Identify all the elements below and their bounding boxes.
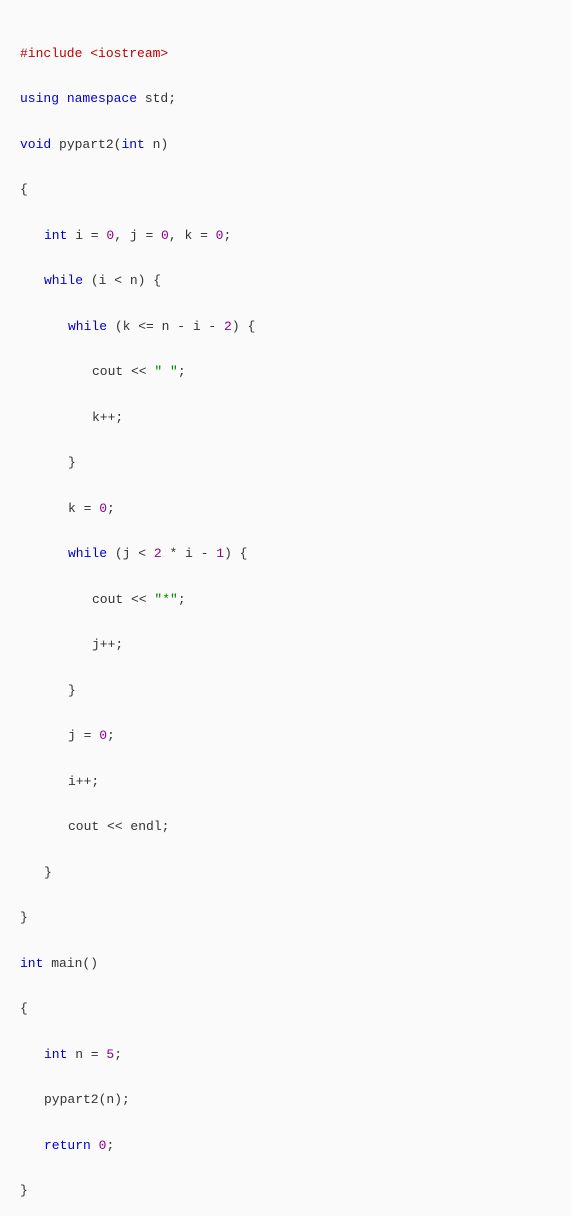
brace: } bbox=[68, 683, 76, 698]
code-line: using namespace std; bbox=[20, 88, 551, 111]
number: 0 bbox=[99, 501, 107, 516]
keyword: int bbox=[121, 137, 144, 152]
code-line: k++; bbox=[20, 407, 551, 430]
keyword: while bbox=[68, 319, 107, 334]
text: ; bbox=[223, 228, 231, 243]
code-line: #include <iostream> bbox=[20, 43, 551, 66]
text: (j < bbox=[107, 546, 154, 561]
brace: } bbox=[20, 1183, 28, 1198]
keyword: while bbox=[44, 273, 83, 288]
text: k = bbox=[68, 501, 99, 516]
keyword: using bbox=[20, 91, 59, 106]
text: j = bbox=[68, 728, 99, 743]
brace: } bbox=[44, 865, 52, 880]
text: , k = bbox=[169, 228, 216, 243]
number: 5 bbox=[106, 1047, 114, 1062]
brace: { bbox=[20, 182, 28, 197]
code-line: while (i < n) { bbox=[20, 270, 551, 293]
keyword: void bbox=[20, 137, 51, 152]
text: i = bbox=[67, 228, 106, 243]
code-line: { bbox=[20, 179, 551, 202]
code-line: int n = 5; bbox=[20, 1044, 551, 1067]
text: cout << bbox=[92, 592, 154, 607]
code-line: cout << endl; bbox=[20, 816, 551, 839]
string: " " bbox=[154, 364, 177, 379]
code-line: while (k <= n - i - 2) { bbox=[20, 316, 551, 339]
keyword: namespace bbox=[59, 91, 137, 106]
number: 0 bbox=[99, 728, 107, 743]
text: n) bbox=[145, 137, 168, 152]
number: 0 bbox=[99, 1138, 107, 1153]
text: ; bbox=[178, 364, 186, 379]
text: , j = bbox=[114, 228, 161, 243]
text: ; bbox=[107, 728, 115, 743]
code-line: } bbox=[20, 862, 551, 885]
text: ; bbox=[106, 1138, 114, 1153]
code-line: pypart2(n); bbox=[20, 1089, 551, 1112]
text: i++; bbox=[68, 774, 99, 789]
text: main() bbox=[43, 956, 98, 971]
text: (i < n) { bbox=[83, 273, 161, 288]
code-line: } bbox=[20, 680, 551, 703]
code-line: void pypart2(int n) bbox=[20, 134, 551, 157]
code-line: i++; bbox=[20, 771, 551, 794]
number: 1 bbox=[216, 546, 224, 561]
text: n = bbox=[67, 1047, 106, 1062]
code-line: int i = 0, j = 0, k = 0; bbox=[20, 225, 551, 248]
code-line: while (j < 2 * i - 1) { bbox=[20, 543, 551, 566]
code-line: k = 0; bbox=[20, 498, 551, 521]
text: ; bbox=[107, 501, 115, 516]
text: ) { bbox=[224, 546, 247, 561]
text: cout << endl; bbox=[68, 819, 169, 834]
text: j++; bbox=[92, 637, 123, 652]
text: (k <= n - i - bbox=[107, 319, 224, 334]
code-line: return 0; bbox=[20, 1135, 551, 1158]
keyword: return bbox=[44, 1138, 91, 1153]
code-block: #include <iostream> using namespace std;… bbox=[20, 20, 551, 1216]
number: 2 bbox=[154, 546, 162, 561]
code-line: { bbox=[20, 998, 551, 1021]
text: cout << bbox=[92, 364, 154, 379]
code-line: j++; bbox=[20, 634, 551, 657]
brace: { bbox=[20, 1001, 28, 1016]
code-line: cout << "*"; bbox=[20, 589, 551, 612]
text: pypart2(n); bbox=[44, 1092, 130, 1107]
code-line: } bbox=[20, 1180, 551, 1203]
string: "*" bbox=[154, 592, 177, 607]
code-line: cout << " "; bbox=[20, 361, 551, 384]
keyword: int bbox=[44, 228, 67, 243]
keyword: int bbox=[44, 1047, 67, 1062]
preprocessor: #include <iostream> bbox=[20, 46, 168, 61]
number: 2 bbox=[224, 319, 232, 334]
number: 0 bbox=[161, 228, 169, 243]
text: ) { bbox=[232, 319, 255, 334]
code-line: } bbox=[20, 907, 551, 930]
text: ; bbox=[114, 1047, 122, 1062]
keyword: while bbox=[68, 546, 107, 561]
brace: } bbox=[20, 910, 28, 925]
brace: } bbox=[68, 455, 76, 470]
code-line: } bbox=[20, 452, 551, 475]
text: * i - bbox=[162, 546, 217, 561]
code-line: int main() bbox=[20, 953, 551, 976]
text: ; bbox=[178, 592, 186, 607]
text: std; bbox=[137, 91, 176, 106]
text: pypart2( bbox=[51, 137, 121, 152]
text: k++; bbox=[92, 410, 123, 425]
code-line: j = 0; bbox=[20, 725, 551, 748]
keyword: int bbox=[20, 956, 43, 971]
text bbox=[91, 1138, 99, 1153]
